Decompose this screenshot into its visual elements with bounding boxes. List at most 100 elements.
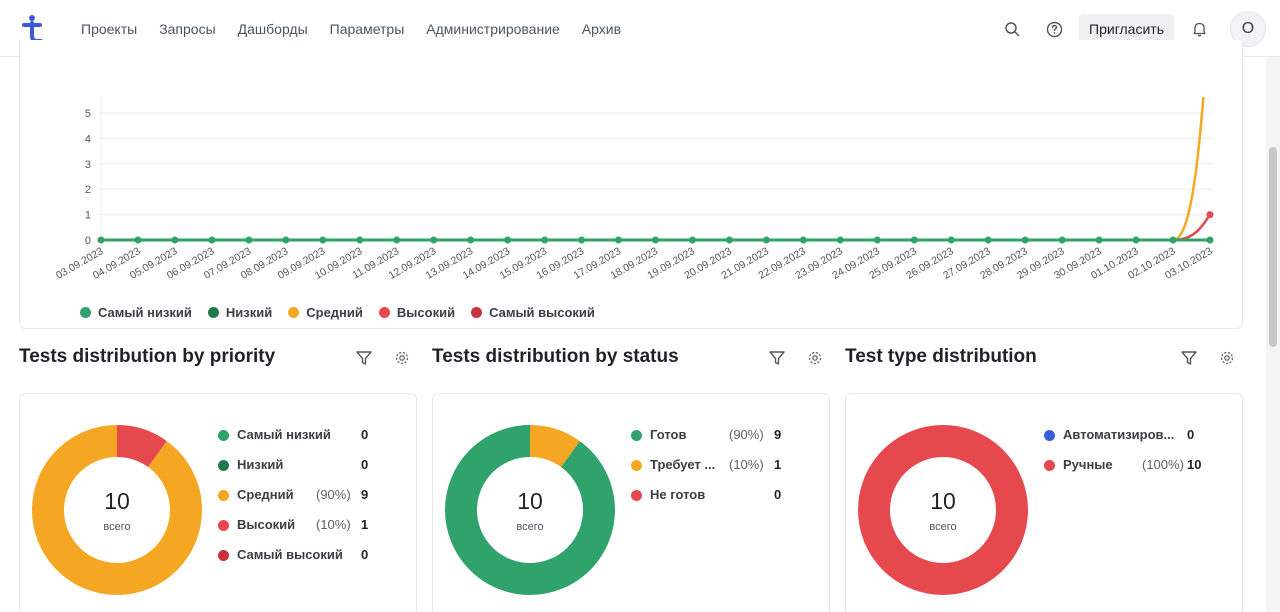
legend-row[interactable]: Ручные (100%) 10 xyxy=(1044,457,1204,487)
legend-dot xyxy=(631,430,642,441)
widget-title-type: Test type distribution xyxy=(845,346,1037,367)
donut-center: 10 всего xyxy=(32,425,202,595)
data-point[interactable] xyxy=(1132,236,1140,244)
legend-row[interactable]: Требует ... (10%) 1 xyxy=(631,457,791,487)
data-point[interactable] xyxy=(282,236,290,244)
filter-icon[interactable] xyxy=(1180,349,1198,367)
legend-label: Не готов xyxy=(650,487,706,502)
legend-item-highest[interactable]: Самый высокий xyxy=(471,305,595,320)
settings-gear-icon[interactable] xyxy=(806,349,824,367)
data-point[interactable] xyxy=(356,236,364,244)
donut-total: 10 xyxy=(517,487,543,514)
legend-item-medium[interactable]: Средний xyxy=(288,305,363,320)
data-point[interactable] xyxy=(1206,211,1214,219)
data-point[interactable] xyxy=(1058,236,1066,244)
legend-dot xyxy=(218,520,229,531)
data-point[interactable] xyxy=(762,236,770,244)
donut-total-label: всего xyxy=(929,520,957,533)
data-point[interactable] xyxy=(947,236,955,244)
filter-icon[interactable] xyxy=(768,349,786,367)
settings-gear-icon[interactable] xyxy=(1218,349,1236,367)
legend-row[interactable]: Средний (90%) 9 xyxy=(218,487,378,517)
data-point[interactable] xyxy=(319,236,327,244)
legend-percent: (90%) xyxy=(316,487,351,502)
data-point[interactable] xyxy=(836,236,844,244)
legend-percent: (10%) xyxy=(316,517,351,532)
legend-label: Средний xyxy=(237,487,294,502)
filter-icon[interactable] xyxy=(355,349,373,367)
legend-row[interactable]: Готов (90%) 9 xyxy=(631,427,791,457)
scrollbar-thumb[interactable] xyxy=(1269,147,1277,347)
legend-value: 0 xyxy=(361,547,369,562)
legend-dot xyxy=(218,430,229,441)
nav-parameters[interactable]: Параметры xyxy=(330,21,405,37)
legend-label: Высокий xyxy=(396,305,456,320)
legend-dot xyxy=(218,460,229,471)
type-legend: Автоматизиров... 0 Ручные (100%) 10 xyxy=(1044,427,1204,487)
data-point[interactable] xyxy=(1095,236,1103,244)
nav-dashboards[interactable]: Дашборды xyxy=(238,21,308,37)
legend-dot xyxy=(80,307,91,318)
data-point[interactable] xyxy=(504,236,512,244)
legend-row[interactable]: Самый низкий 0 xyxy=(218,427,378,457)
data-point[interactable] xyxy=(799,236,807,244)
type-distribution-card: 10 всего Автоматизиров... 0 Ручные (100%) 10 xyxy=(845,393,1243,612)
data-point[interactable] xyxy=(171,236,179,244)
nav-archive[interactable]: Архив xyxy=(582,21,621,37)
data-point[interactable] xyxy=(1021,236,1029,244)
data-point[interactable] xyxy=(245,236,253,244)
data-point[interactable] xyxy=(1169,236,1177,244)
page-scrollbar[interactable] xyxy=(1266,57,1280,612)
legend-dot xyxy=(631,490,642,501)
legend-item-lowest[interactable]: Самый низкий xyxy=(80,305,192,320)
data-point[interactable] xyxy=(652,236,659,244)
y-tick-label: 5 xyxy=(85,108,91,120)
widget-title-priority: Tests distribution by priority xyxy=(19,346,276,367)
legend-label: Самый низкий xyxy=(237,427,331,442)
donut-center: 10 всего xyxy=(858,425,1028,595)
line-chart: 01234503.09.202304.09.202305.09.202306.0… xyxy=(54,97,1215,282)
data-point[interactable] xyxy=(984,236,992,244)
legend-percent: (90%) xyxy=(729,427,764,442)
data-point[interactable] xyxy=(134,236,142,244)
legend-row[interactable]: Высокий (10%) 1 xyxy=(218,517,378,547)
nav-requests[interactable]: Запросы xyxy=(159,21,215,37)
legend-item-high[interactable]: Высокий xyxy=(378,305,456,320)
nav-projects[interactable]: Проекты xyxy=(81,21,137,37)
data-point[interactable] xyxy=(467,236,475,244)
data-point[interactable] xyxy=(873,236,881,244)
legend-value: 1 xyxy=(774,457,782,472)
data-point[interactable] xyxy=(1206,236,1214,244)
legend-dot xyxy=(471,307,483,318)
donut-total-label: всего xyxy=(103,520,131,533)
data-point[interactable] xyxy=(725,236,733,244)
data-point[interactable] xyxy=(910,236,918,244)
settings-gear-icon[interactable] xyxy=(393,349,411,367)
legend-row[interactable]: Не готов 0 xyxy=(631,487,791,517)
data-point[interactable] xyxy=(688,236,696,244)
legend-label: Низкий xyxy=(237,457,284,472)
series-line xyxy=(101,213,1212,242)
legend-label: Требует ... xyxy=(650,457,716,472)
data-point[interactable] xyxy=(208,236,216,244)
legend-row[interactable]: Самый высокий 0 xyxy=(218,547,378,577)
legend-row[interactable]: Низкий 0 xyxy=(218,457,378,487)
legend-item-low[interactable]: Низкий xyxy=(207,305,273,320)
data-point[interactable] xyxy=(430,236,438,244)
legend-value: 10 xyxy=(1187,457,1202,472)
data-point[interactable] xyxy=(578,236,586,244)
data-point[interactable] xyxy=(541,236,549,244)
nav-administration[interactable]: Администрирование xyxy=(426,21,560,37)
legend-label: Самый низкий xyxy=(98,305,192,320)
legend-row[interactable]: Автоматизиров... 0 xyxy=(1044,427,1204,457)
legend-label: Низкий xyxy=(225,305,273,320)
data-point[interactable] xyxy=(615,236,623,244)
data-point[interactable] xyxy=(393,236,401,244)
legend-dot xyxy=(631,460,642,471)
legend-dot xyxy=(218,550,229,561)
priority-legend: Самый низкий 0 Низкий 0 Средний (90%) 9 Высокий… xyxy=(218,427,378,577)
legend-label: Готов xyxy=(650,427,687,442)
data-point[interactable] xyxy=(97,236,105,244)
donut-total-label: всего xyxy=(516,520,544,533)
legend-dot xyxy=(218,490,229,501)
